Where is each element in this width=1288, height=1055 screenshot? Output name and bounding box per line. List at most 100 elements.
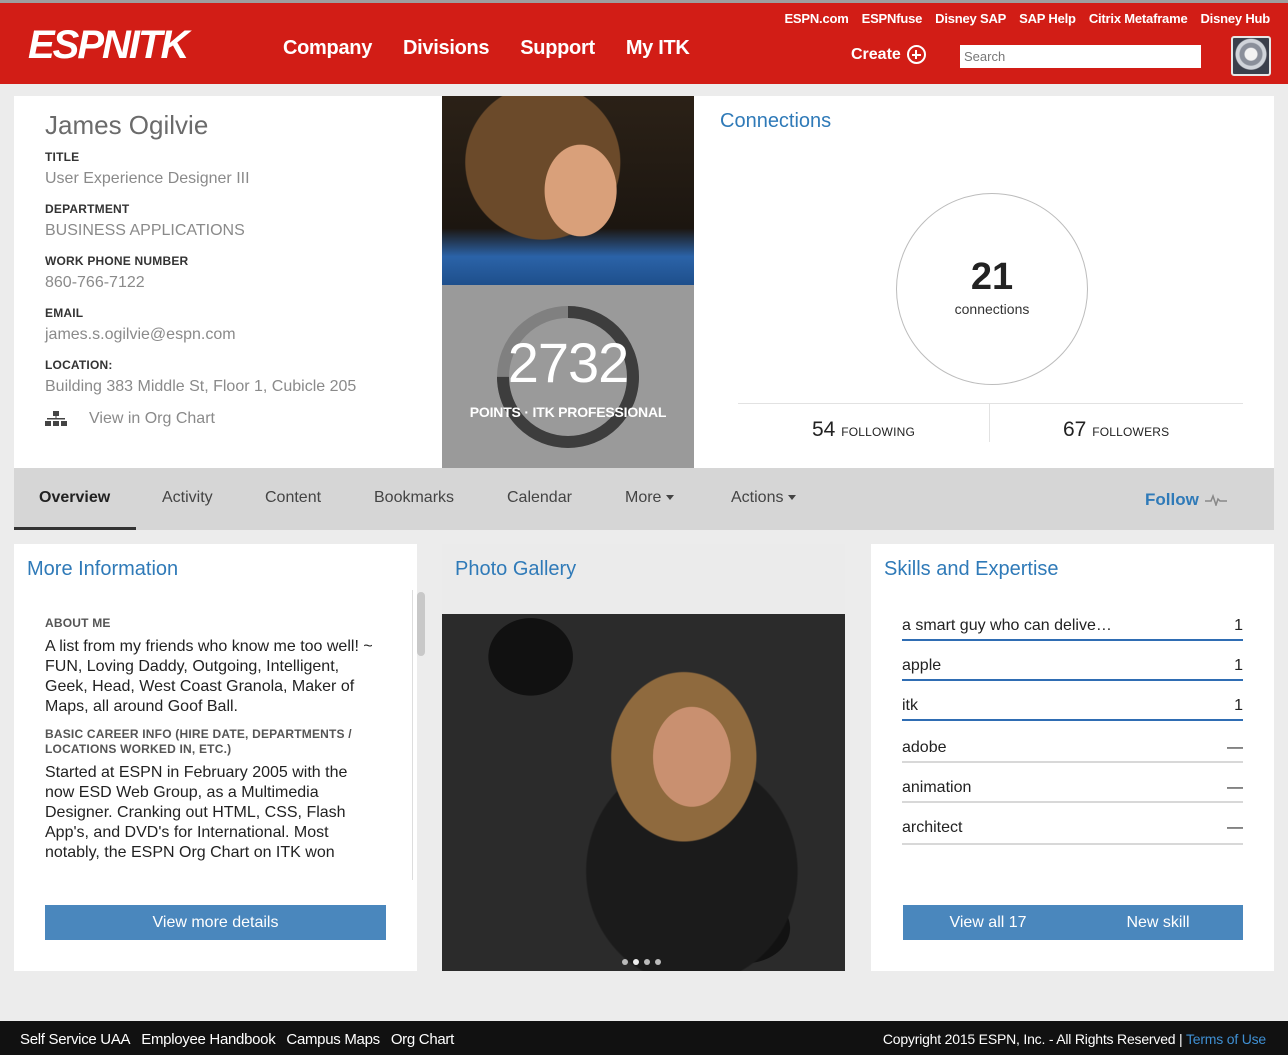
skill-endorsement-count: 1 [1234, 617, 1243, 634]
skill-underline [902, 679, 1243, 681]
skills-card: Skills and Expertise a smart guy who can… [871, 544, 1274, 971]
gallery-photo[interactable] [442, 614, 845, 971]
toplink-espn-com[interactable]: ESPN.com [784, 11, 848, 26]
toplink-sap-help[interactable]: SAP Help [1019, 11, 1076, 26]
skill-row[interactable]: architect — [902, 808, 1243, 848]
plus-circle-icon [906, 45, 926, 64]
tab-overview[interactable]: Overview [39, 489, 110, 507]
connections-count: 21 [970, 256, 1014, 298]
skill-name: animation [902, 779, 972, 796]
career-label: BASIC CAREER INFO (HIRE DATE, DEPARTMENT… [45, 727, 352, 756]
footer-link-self-service[interactable]: Self Service UAA [20, 1031, 131, 1048]
gallery-dot[interactable] [644, 959, 650, 965]
follow-label: Follow [1145, 490, 1199, 509]
skill-endorsement-count: — [1227, 819, 1243, 836]
user-avatar[interactable] [1231, 36, 1271, 76]
skill-name: apple [902, 657, 942, 674]
profile-photo[interactable] [442, 96, 694, 285]
followers-count: 67 [1063, 418, 1087, 441]
toplink-disney-hub[interactable]: Disney Hub [1200, 11, 1270, 26]
points-value: 2732 [507, 331, 630, 394]
about-me-label: ABOUT ME [45, 616, 111, 630]
tab-actions[interactable]: Actions [731, 489, 797, 507]
divider [989, 404, 990, 442]
skill-endorsement-count: 1 [1234, 697, 1243, 714]
copyright-text: Copyright 2015 ESPN, Inc. - All Rights R… [882, 1031, 1183, 1047]
tab-actions-label: Actions [731, 489, 784, 506]
toplink-espnfuse[interactable]: ESPNfuse [862, 11, 923, 26]
following-label: FOLLOWING [841, 425, 916, 439]
view-more-details-button[interactable]: View more details [45, 905, 386, 940]
skill-endorsement-count: — [1227, 779, 1243, 796]
caret-down-icon [666, 495, 675, 501]
main-nav: Company Divisions Support My ITK [283, 37, 690, 60]
logo-text: ESPNITK [28, 25, 192, 65]
nav-my-itk[interactable]: My ITK [626, 37, 690, 60]
connections-title: Connections [720, 110, 832, 132]
footer-link-handbook[interactable]: Employee Handbook [141, 1031, 275, 1048]
location-label: LOCATION: [45, 358, 113, 372]
nav-support[interactable]: Support [520, 37, 595, 60]
nav-divisions[interactable]: Divisions [403, 37, 490, 60]
about-me-text: A list from my friends who know me too w… [45, 638, 373, 715]
connections-circle[interactable]: 21 connections [896, 193, 1088, 385]
pulse-icon [1204, 494, 1227, 506]
title-value: User Experience Designer III [45, 170, 250, 187]
org-chart-link[interactable]: View in Org Chart [45, 410, 435, 428]
about-scroll-area[interactable]: ABOUT ME A list from my friends who know… [28, 590, 416, 882]
terms-of-use-link[interactable]: Terms of Use [1186, 1031, 1266, 1047]
toplink-disney-sap[interactable]: Disney SAP [935, 11, 1006, 26]
tab-activity[interactable]: Activity [162, 489, 213, 507]
gallery-dot-active[interactable] [633, 959, 639, 965]
tab-content[interactable]: Content [265, 489, 321, 507]
follow-button[interactable]: Follow [1145, 490, 1227, 510]
top-links: ESPN.com ESPNfuse Disney SAP SAP Help Ci… [784, 11, 1270, 26]
followers-label: FOLLOWERS [1092, 425, 1170, 439]
following-count: 54 [812, 418, 836, 441]
connections-label: connections [954, 301, 1030, 317]
skills-actions: View all 17 New skill [903, 905, 1243, 940]
scrollbar-track [412, 590, 413, 880]
photo-gallery-title: Photo Gallery [455, 558, 577, 580]
search-input[interactable] [960, 45, 1201, 68]
following-stat[interactable]: 54 FOLLOWING [812, 418, 915, 442]
divider [738, 403, 1243, 404]
skill-underline [902, 639, 1243, 641]
department-value: BUSINESS APPLICATIONS [45, 222, 245, 239]
profile-info: James Ogilvie TITLE User Experience Desi… [45, 110, 435, 428]
phone-value: 860-766-7122 [45, 274, 145, 291]
create-label: Create [851, 45, 901, 63]
tab-calendar[interactable]: Calendar [507, 489, 572, 507]
skill-underline [902, 719, 1243, 721]
skill-underline [902, 801, 1243, 803]
gallery-dot[interactable] [622, 959, 628, 965]
skill-endorsement-count: 1 [1234, 657, 1243, 674]
footer-link-campus-maps[interactable]: Campus Maps [286, 1031, 380, 1048]
skill-name: adobe [902, 739, 947, 756]
nav-company[interactable]: Company [283, 37, 372, 60]
department-label: DEPARTMENT [45, 202, 130, 216]
more-information-title: More Information [27, 558, 179, 580]
new-skill-button[interactable]: New skill [1073, 905, 1243, 940]
skill-name: architect [902, 819, 963, 836]
tab-more[interactable]: More [625, 489, 675, 507]
points-panel: 2732 POINTS · ITK PROFESSIONAL [442, 285, 694, 468]
footer-link-org-chart[interactable]: Org Chart [391, 1031, 454, 1048]
email-value[interactable]: james.s.ogilvie@espn.com [45, 326, 435, 344]
active-tab-indicator [14, 527, 136, 530]
scrollbar-thumb[interactable] [417, 592, 425, 656]
skills-title: Skills and Expertise [884, 558, 1059, 580]
gallery-dot[interactable] [655, 959, 661, 965]
view-all-skills-button[interactable]: View all 17 [903, 905, 1073, 940]
org-chart-label: View in Org Chart [89, 410, 215, 427]
espn-itk-logo[interactable]: ESPNITK [28, 25, 203, 65]
toplink-citrix[interactable]: Citrix Metaframe [1089, 11, 1188, 26]
tab-bookmarks[interactable]: Bookmarks [374, 489, 454, 507]
top-header: ESPNITK Company Divisions Support My ITK… [0, 0, 1288, 84]
profile-tabs: Overview Activity Content Bookmarks Cale… [14, 468, 1274, 530]
skill-name: a smart guy who can delive… [902, 617, 1112, 634]
create-button[interactable]: Create [851, 45, 926, 64]
followers-stat[interactable]: 67 FOLLOWERS [1063, 418, 1169, 442]
skill-endorsement-count: — [1227, 739, 1243, 756]
more-information-card: More Information ABOUT ME A list from my… [14, 544, 425, 971]
